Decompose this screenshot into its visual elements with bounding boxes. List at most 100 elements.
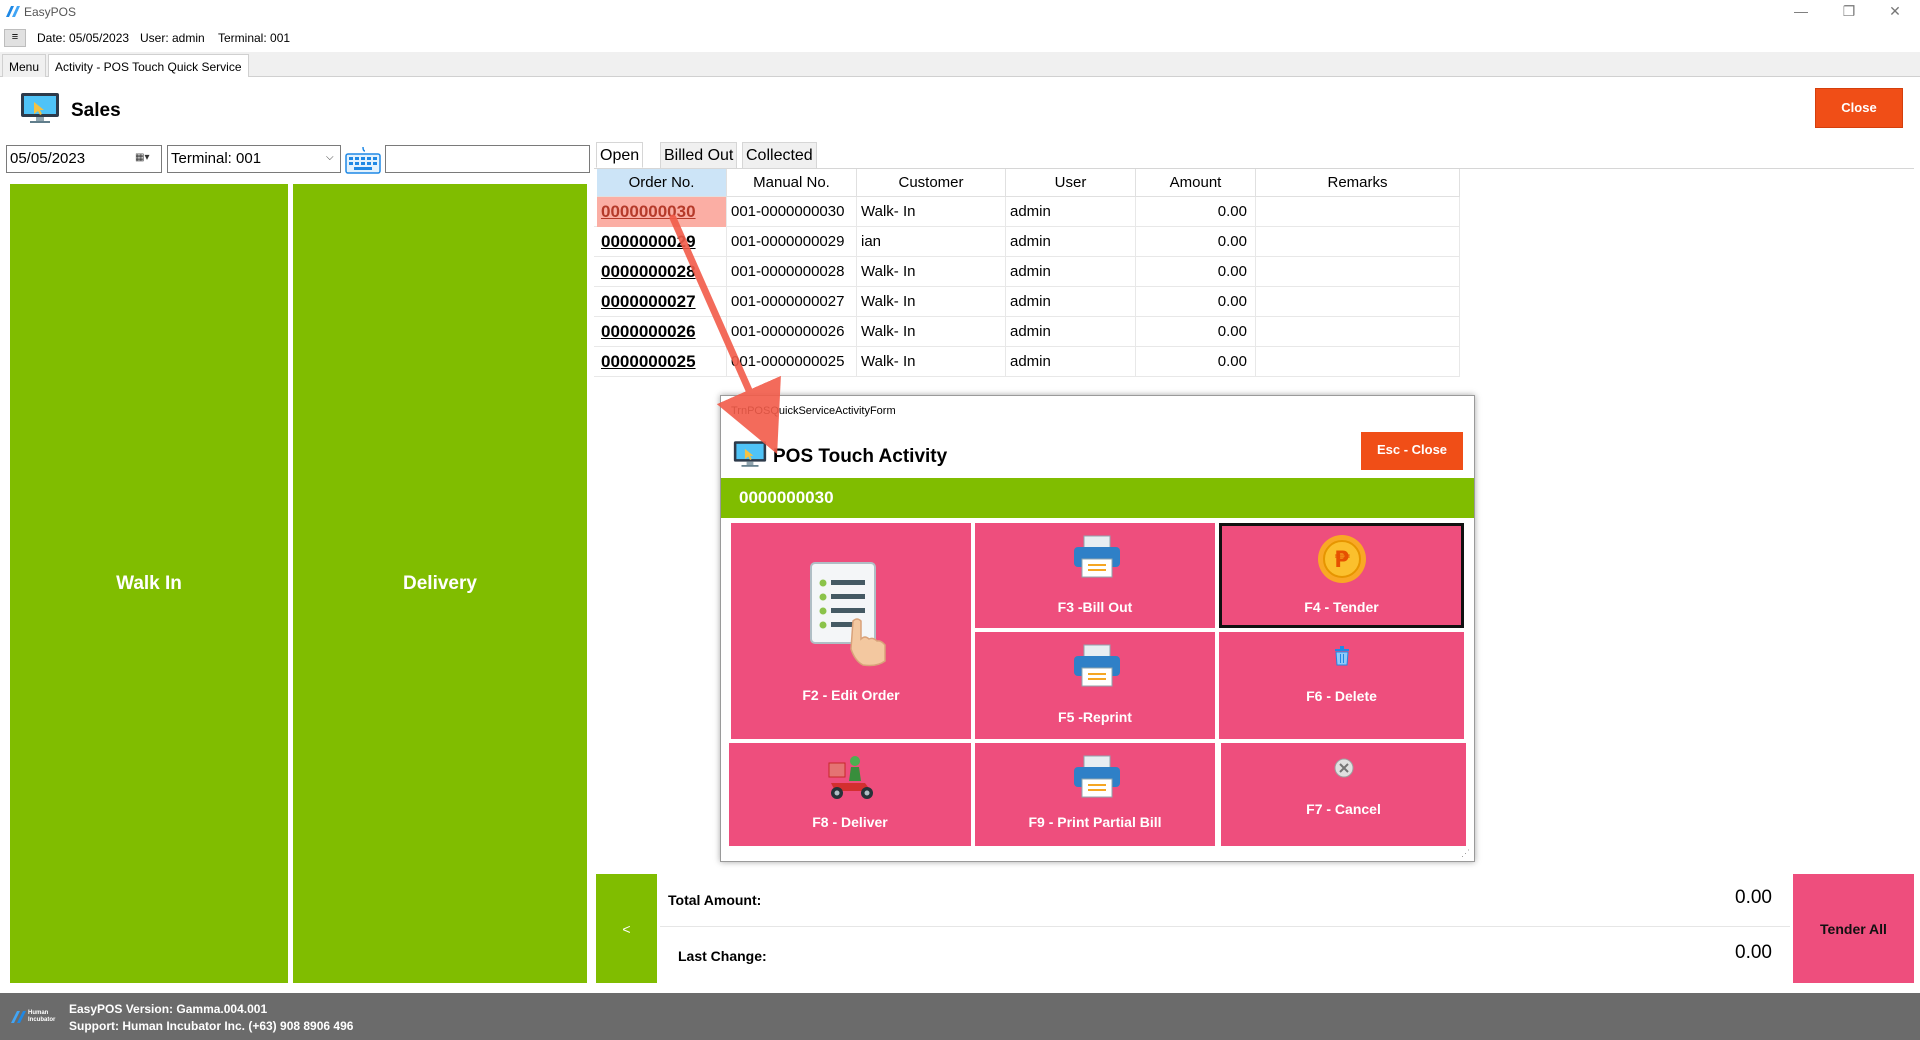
cancel-order-label: F7 - Cancel (1306, 801, 1381, 817)
chevron-down-icon: ⌵ (326, 152, 334, 163)
column-header-customer[interactable]: Customer (857, 169, 1006, 197)
subtab-open[interactable]: Open (596, 142, 644, 168)
cell-order-no[interactable]: 0000000025 (597, 347, 727, 377)
deliver-label: F8 - Deliver (812, 814, 888, 830)
deliver-button[interactable]: F8 - Deliver (729, 743, 971, 846)
tender-button[interactable]: ₱ F4 - Tender (1219, 523, 1464, 628)
main-tab-strip: Menu Activity - POS Touch Quick Service (0, 52, 1920, 77)
table-row[interactable]: 0000000025 001-0000000025 Walk- In admin 0.0… (594, 347, 1460, 377)
cell-order-no[interactable]: 0000000029 (597, 227, 727, 257)
column-header-amount[interactable]: Amount (1136, 169, 1256, 197)
cell-amount: 0.00 (1136, 347, 1256, 377)
cell-remarks (1256, 257, 1460, 287)
cell-customer: Walk- In (857, 257, 1006, 287)
menu-toggle-button[interactable]: ≡ (4, 29, 26, 47)
cell-user: admin (1006, 347, 1136, 377)
page-header: Sales Close (0, 78, 1920, 139)
delivery-scooter-icon (828, 756, 873, 799)
order-number-banner: 0000000030 (721, 478, 1474, 518)
cell-customer: Walk- In (857, 347, 1006, 377)
cell-order-no[interactable]: 0000000028 (597, 257, 727, 287)
cell-user: admin (1006, 257, 1136, 287)
cell-order-no[interactable]: 0000000027 (597, 287, 727, 317)
cancel-x-icon (1334, 758, 1354, 778)
subtab-collected[interactable]: Collected (742, 142, 817, 168)
delivery-button[interactable]: Delivery (293, 184, 587, 983)
bill-out-button[interactable]: F3 -Bill Out (975, 523, 1215, 628)
walk-in-button[interactable]: Walk In (10, 184, 288, 983)
delete-label: F6 - Delete (1306, 688, 1377, 704)
cell-customer: Walk- In (857, 197, 1006, 227)
cell-amount: 0.00 (1136, 317, 1256, 347)
total-amount-label: Total Amount: (668, 892, 762, 908)
cell-order-no[interactable]: 0000000026 (597, 317, 727, 347)
date-picker[interactable]: 05/05/2023 ▦▾ (6, 145, 162, 173)
print-partial-bill-button[interactable]: F9 - Print Partial Bill (975, 743, 1215, 846)
reprint-label: F5 -Reprint (1058, 709, 1132, 725)
cell-manual-no: 001-0000000029 (727, 227, 857, 257)
table-row[interactable]: 0000000030 001-0000000030 Walk- In admin 0.0… (594, 197, 1460, 227)
table-row[interactable]: 0000000026 001-0000000026 Walk- In admin 0.0… (594, 317, 1460, 347)
close-button[interactable]: Close (1815, 88, 1903, 128)
minimize-button[interactable]: — (1778, 0, 1824, 24)
document-tap-icon (810, 562, 886, 667)
page-title: Sales (71, 100, 121, 121)
totals-panel: Total Amount: 0.00 Last Change: 0.00 (660, 874, 1790, 983)
edit-order-button[interactable]: F2 - Edit Order (731, 523, 971, 739)
print-partial-bill-label: F9 - Print Partial Bill (1028, 814, 1162, 830)
cancel-order-button[interactable]: F7 - Cancel (1221, 743, 1466, 846)
search-input[interactable] (385, 145, 590, 173)
pos-activity-dialog: TrnPOSQuickServiceActivityForm POS Touch… (720, 395, 1475, 862)
date-label: Date: 05/05/2023 (37, 31, 130, 45)
table-row[interactable]: 0000000027 001-0000000027 Walk- In admin 0.0… (594, 287, 1460, 317)
trash-icon (1335, 646, 1349, 666)
delete-button[interactable]: F6 - Delete (1219, 632, 1464, 739)
window-close-button[interactable]: ✕ (1872, 0, 1918, 24)
cell-remarks (1256, 317, 1460, 347)
subtab-billed-out[interactable]: Billed Out (660, 142, 738, 168)
esc-close-button[interactable]: Esc - Close (1361, 432, 1463, 470)
cell-manual-no: 001-0000000025 (727, 347, 857, 377)
cell-amount: 0.00 (1136, 257, 1256, 287)
dialog-caption: TrnPOSQuickServiceActivityForm (731, 405, 896, 417)
calendar-icon[interactable]: ▦▾ (135, 152, 149, 163)
table-row[interactable]: 0000000028 001-0000000028 Walk- In admin 0.0… (594, 257, 1460, 287)
reprint-button[interactable]: F5 -Reprint (975, 632, 1215, 739)
info-bar: ≡ Date: 05/05/2023 User: admin Terminal:… (0, 24, 1920, 52)
column-header-manual-no[interactable]: Manual No. (727, 169, 857, 197)
cell-remarks (1256, 347, 1460, 377)
keyboard-icon[interactable] (345, 145, 381, 175)
peso-coin-icon: ₱ (1318, 535, 1366, 583)
footer-logo-text: Human Incubator (28, 1010, 56, 1023)
tab-menu[interactable]: Menu (2, 54, 47, 77)
totals-divider (660, 926, 1790, 927)
last-change-value: 0.00 (1735, 942, 1772, 963)
terminal-select[interactable]: Terminal: 001 ⌵ (167, 145, 341, 173)
maximize-button[interactable]: ❐ (1826, 0, 1872, 24)
cell-amount: 0.00 (1136, 197, 1256, 227)
terminal-value: Terminal: 001 (171, 150, 262, 167)
cell-remarks (1256, 197, 1460, 227)
cell-manual-no: 001-0000000026 (727, 317, 857, 347)
column-header-remarks[interactable]: Remarks (1256, 169, 1460, 197)
cell-manual-no: 001-0000000027 (727, 287, 857, 317)
cell-customer: ian (857, 227, 1006, 257)
column-header-user[interactable]: User (1006, 169, 1136, 197)
resize-grip-icon[interactable]: ⋰ (1461, 848, 1473, 860)
monitor-icon (21, 93, 59, 123)
tender-label: F4 - Tender (1304, 599, 1379, 615)
cell-order-no[interactable]: 0000000030 (597, 197, 727, 227)
status-footer: Human Incubator EasyPOS Version: Gamma.0… (0, 993, 1920, 1040)
printer-icon (1074, 644, 1120, 687)
app-title: EasyPOS (24, 5, 77, 19)
table-row[interactable]: 0000000029 001-0000000029 ian admin 0.00 (594, 227, 1460, 257)
tender-all-button[interactable]: Tender All (1793, 874, 1914, 983)
column-header-order-no[interactable]: Order No. (597, 169, 727, 197)
printer-icon (1074, 755, 1120, 798)
tab-activity[interactable]: Activity - POS Touch Quick Service (48, 54, 249, 77)
back-button[interactable]: < (596, 874, 657, 983)
cell-customer: Walk- In (857, 317, 1006, 347)
cell-user: admin (1006, 287, 1136, 317)
printer-icon (1074, 535, 1120, 578)
monitor-icon (733, 441, 767, 467)
